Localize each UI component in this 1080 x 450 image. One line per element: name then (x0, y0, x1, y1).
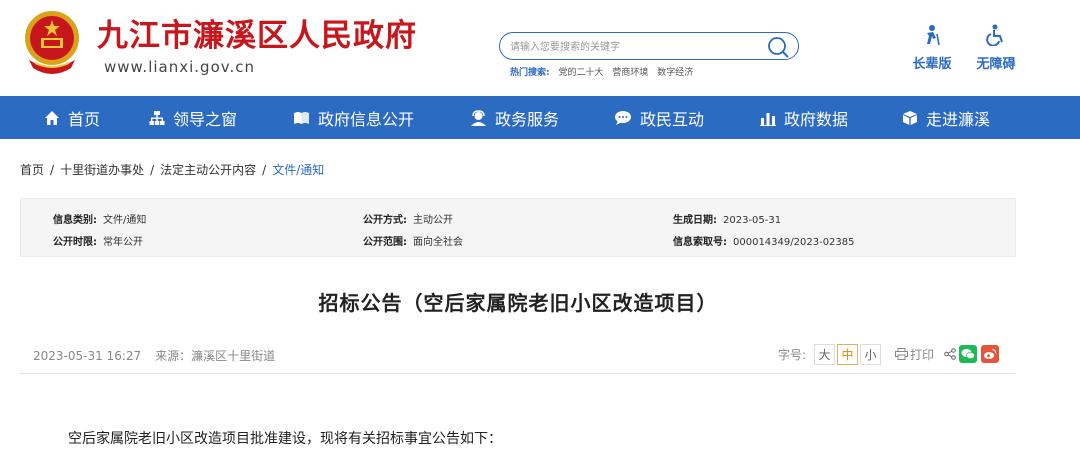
nav-item-interaction[interactable]: 政民互动 (614, 96, 704, 139)
nav-item-services[interactable]: 政务服务 (470, 96, 559, 139)
breadcrumb-item[interactable]: 首页 (20, 163, 44, 177)
info-scope-label: 公开范围: (363, 237, 407, 248)
article-tools: 字号: 大 中 小 打印 (778, 342, 1000, 366)
search-icon[interactable] (766, 35, 790, 59)
font-size-large-button[interactable]: 大 (814, 343, 836, 365)
nav-item-label: 政府数据 (784, 109, 849, 129)
site-url[interactable]: www.lianxi.gov.cn (104, 58, 255, 76)
info-period: 公开时限: 常年公开 (53, 233, 143, 248)
info-category-label: 信息类别: (53, 215, 97, 226)
box-icon (903, 110, 917, 125)
national-emblem-icon (25, 11, 79, 74)
user-service-icon (471, 109, 486, 126)
search-box (499, 32, 799, 60)
nav-item-label: 走进濂溪 (926, 109, 991, 129)
wechat-share-icon[interactable] (959, 345, 978, 363)
document-info-box: 信息类别: 文件/通知 公开方式: 主动公开 生成日期: 2023-05-31 公开时… (20, 198, 1016, 257)
info-index-value: 000014349/2023-02385 (733, 237, 855, 248)
info-method-label: 公开方式: (363, 215, 407, 226)
info-category-value: 文件/通知 (103, 215, 147, 226)
org-chart-icon (149, 110, 165, 125)
info-index: 信息索取号: 000014349/2023-02385 (673, 233, 855, 248)
breadcrumb-item[interactable]: 十里街道办事处 (60, 163, 144, 177)
hot-search-label: 热门搜索: (510, 68, 550, 78)
elder-icon (927, 25, 940, 46)
info-date-value: 2023-05-31 (723, 215, 782, 226)
elder-mode-link[interactable]: 长辈版 (907, 24, 957, 72)
article-title: 招标公告（空后家属院老旧小区改造项目） (318, 291, 718, 315)
print-button[interactable]: 打印 (895, 346, 934, 363)
home-icon (45, 110, 59, 125)
article-source: 来源：濂溪区十里街道 (155, 349, 276, 363)
info-period-value: 常年公开 (103, 237, 143, 248)
nav-item-label: 首页 (68, 109, 101, 129)
book-icon (294, 111, 309, 124)
info-date: 生成日期: 2023-05-31 (673, 211, 781, 226)
nav-item-label: 政务服务 (495, 109, 560, 129)
breadcrumb-separator: / (150, 163, 155, 177)
search-input[interactable] (510, 38, 750, 56)
font-size-label: 字号: (778, 347, 807, 362)
nav-item-about[interactable]: 走进濂溪 (902, 96, 990, 139)
article-body-paragraph: 空后家属院老旧小区改造项目批准建设，现将有关招标事宜公告如下： (68, 431, 502, 447)
info-scope: 公开范围: 面向全社会 (363, 233, 463, 248)
article-datetime: 2023-05-31 16:27 (33, 349, 142, 363)
nav-item-label: 领导之窗 (173, 109, 238, 129)
accessibility-link[interactable]: 无障碍 (971, 24, 1021, 72)
accessibility-label: 无障碍 (976, 57, 1016, 72)
breadcrumb-current[interactable]: 文件/通知 (272, 163, 324, 177)
weibo-share-icon[interactable] (981, 345, 1000, 363)
info-date-label: 生成日期: (673, 215, 717, 226)
info-method-value: 主动公开 (413, 215, 453, 226)
info-index-label: 信息索取号: (673, 237, 727, 248)
nav-item-label: 政民互动 (640, 109, 705, 129)
print-label: 打印 (910, 347, 935, 362)
elder-mode-label: 长辈版 (912, 57, 952, 72)
wheelchair-icon (986, 24, 1003, 47)
info-period-label: 公开时限: (53, 237, 97, 248)
nav-item-leaders[interactable]: 领导之窗 (149, 96, 237, 139)
info-category: 信息类别: 文件/通知 (53, 211, 146, 226)
nav-item-home[interactable]: 首页 (44, 96, 100, 139)
breadcrumb-separator: / (50, 163, 55, 177)
chat-icon (615, 110, 631, 125)
hot-search-item[interactable]: 数字经济 (657, 68, 693, 78)
site-title[interactable]: 九江市濂溪区人民政府 (97, 10, 417, 55)
bar-chart-icon (760, 112, 776, 126)
site-header: 九江市濂溪区人民政府 www.lianxi.gov.cn 热门搜索: 党的二十大… (0, 0, 1080, 96)
nav-item-data[interactable]: 政府数据 (760, 96, 848, 139)
nav-item-info-disclosure[interactable]: 政府信息公开 (293, 96, 414, 139)
hot-search-item[interactable]: 党的二十大 (558, 68, 603, 78)
breadcrumb-item[interactable]: 法定主动公开内容 (160, 163, 256, 177)
main-nav: 首页 领导之窗 政府信息公开 政务服务 政民互动 政府数据 走进濂溪 (0, 96, 1080, 139)
nav-item-label: 政府信息公开 (318, 109, 415, 129)
info-method: 公开方式: 主动公开 (363, 211, 453, 226)
breadcrumb: 首页 / 十里街道办事处 / 法定主动公开内容 / 文件/通知 (20, 161, 324, 178)
info-scope-value: 面向全社会 (413, 237, 463, 248)
article-meta: 2023-05-31 16:27 来源：濂溪区十里街道 (33, 347, 275, 364)
share-icon[interactable] (944, 348, 956, 360)
font-size-medium-button[interactable]: 中 (837, 343, 859, 365)
hot-search-item[interactable]: 营商环境 (612, 68, 648, 78)
hot-search: 热门搜索: 党的二十大 营商环境 数字经济 (510, 65, 693, 78)
meta-divider (20, 373, 1016, 374)
printer-icon (895, 348, 909, 360)
breadcrumb-separator: / (262, 163, 267, 177)
font-size-small-button[interactable]: 小 (860, 343, 882, 365)
